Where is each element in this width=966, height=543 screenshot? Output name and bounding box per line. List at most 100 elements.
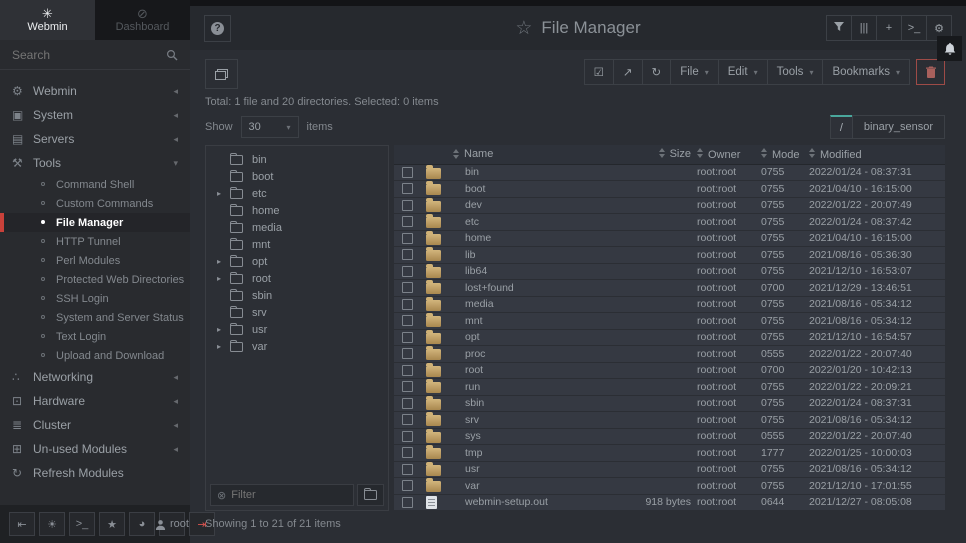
table-row-tmp[interactable]: tmproot:root17772022/01/25 - 10:00:03 (394, 445, 945, 462)
sidebar-subitem-file-manager[interactable]: File Manager (0, 213, 190, 232)
table-row-dev[interactable]: devroot:root07552022/01/22 - 20:07:49 (394, 198, 945, 215)
tree-item-etc[interactable]: ▸etc (206, 185, 388, 202)
row-checkbox[interactable] (402, 365, 413, 376)
duplicate-tab-button[interactable] (205, 59, 238, 89)
row-checkbox[interactable] (402, 266, 413, 277)
row-checkbox[interactable] (402, 167, 413, 178)
add-tab-button[interactable]: + (876, 15, 902, 41)
sidebar-item-refresh-modules[interactable]: ↻Refresh Modules (0, 461, 190, 485)
sidebar-item-networking[interactable]: ∴Networking◂ (0, 365, 190, 389)
tree-item-srv[interactable]: srv (206, 304, 388, 321)
cell-name[interactable]: etc (450, 216, 617, 228)
breadcrumb-current[interactable]: binary_sensor (852, 115, 945, 139)
filter-button[interactable] (826, 15, 852, 41)
row-checkbox[interactable] (402, 233, 413, 244)
cell-name[interactable]: bin (450, 166, 617, 178)
sidebar-item-tools[interactable]: ⚒Tools▾ (0, 151, 190, 175)
cell-name[interactable]: home (450, 232, 617, 244)
expand-arrow-icon[interactable]: ▸ (217, 342, 230, 351)
tab-dashboard[interactable]: ⊘ Dashboard (95, 0, 190, 40)
select-all-button[interactable]: ☑ (584, 59, 614, 85)
expand-arrow-icon[interactable]: ▸ (217, 274, 230, 283)
sidebar-subitem-protected-web-directories[interactable]: Protected Web Directories (0, 270, 190, 289)
table-row-srv[interactable]: srvroot:root07552021/08/16 - 05:34:12 (394, 412, 945, 429)
sidebar-item-servers[interactable]: ▤Servers◂ (0, 127, 190, 151)
row-checkbox[interactable] (402, 216, 413, 227)
row-checkbox[interactable] (402, 200, 413, 211)
menu-file[interactable]: File▾ (670, 59, 719, 85)
search-input[interactable] (12, 48, 160, 62)
sidebar-item-un-used-modules[interactable]: ⊞Un-used Modules◂ (0, 437, 190, 461)
sidebar-subitem-command-shell[interactable]: Command Shell (0, 175, 190, 194)
tree-item-sbin[interactable]: sbin (206, 287, 388, 304)
breadcrumb-root[interactable]: / (830, 115, 853, 139)
row-checkbox[interactable] (402, 348, 413, 359)
tree-folder-button[interactable] (357, 484, 384, 506)
cell-name[interactable]: usr (450, 463, 617, 475)
tree-item-boot[interactable]: boot (206, 168, 388, 185)
table-row-webmin-setup-out[interactable]: webmin-setup.out918 bytesroot:root064420… (394, 495, 945, 512)
table-row-bin[interactable]: binroot:root07552022/01/24 - 08:37:31 (394, 165, 945, 182)
sidebar-item-hardware[interactable]: ⊡Hardware◂ (0, 389, 190, 413)
shell-button[interactable]: >_ (901, 15, 927, 41)
cell-name[interactable]: lost+found (450, 282, 617, 294)
row-checkbox[interactable] (402, 398, 413, 409)
user-button[interactable]: root (159, 512, 185, 536)
tree-item-usr[interactable]: ▸usr (206, 321, 388, 338)
favorite-star-icon[interactable]: ☆ (515, 17, 532, 40)
sidebar-subitem-ssh-login[interactable]: SSH Login (0, 289, 190, 308)
row-checkbox[interactable] (402, 282, 413, 293)
cell-name[interactable]: lib (450, 249, 617, 261)
favorites-button[interactable]: ★ (99, 512, 125, 536)
table-row-home[interactable]: homeroot:root07552021/04/10 - 16:15:00 (394, 231, 945, 248)
row-checkbox[interactable] (402, 381, 413, 392)
cell-name[interactable]: tmp (450, 447, 617, 459)
cell-name[interactable]: lib64 (450, 265, 617, 277)
open-location-button[interactable]: ↗ (613, 59, 643, 85)
table-row-etc[interactable]: etcroot:root07552022/01/24 - 08:37:42 (394, 214, 945, 231)
table-row-boot[interactable]: bootroot:root07552021/04/10 - 16:15:00 (394, 181, 945, 198)
cell-name[interactable]: opt (450, 331, 617, 343)
theme-button[interactable]: ☀ (39, 512, 65, 536)
column-header-name[interactable]: Name (450, 148, 617, 160)
sessions-button[interactable]: ||| (851, 15, 877, 41)
expand-arrow-icon[interactable]: ▸ (217, 325, 230, 334)
row-checkbox[interactable] (402, 431, 413, 442)
column-header-modified[interactable]: Modified (809, 148, 945, 161)
row-checkbox[interactable] (402, 497, 413, 508)
tree-item-var[interactable]: ▸var (206, 338, 388, 355)
table-row-sys[interactable]: sysroot:root05552022/01/22 - 20:07:40 (394, 429, 945, 446)
page-size-select[interactable]: 30 ▾ (241, 116, 299, 138)
sidebar-item-system[interactable]: ▣System◂ (0, 103, 190, 127)
sidebar-subitem-perl-modules[interactable]: Perl Modules (0, 251, 190, 270)
menu-tools[interactable]: Tools▾ (767, 59, 824, 85)
table-row-run[interactable]: runroot:root07552022/01/22 - 20:09:21 (394, 379, 945, 396)
sidebar-item-webmin[interactable]: ⚙Webmin◂ (0, 79, 190, 103)
terminal-button[interactable]: >_ (69, 512, 95, 536)
row-checkbox[interactable] (402, 447, 413, 458)
row-checkbox[interactable] (402, 464, 413, 475)
table-row-root[interactable]: rootroot:root07002022/01/20 - 10:42:13 (394, 363, 945, 380)
table-row-opt[interactable]: optroot:root07552021/12/10 - 16:54:57 (394, 330, 945, 347)
row-checkbox[interactable] (402, 414, 413, 425)
tree-item-mnt[interactable]: mnt (206, 236, 388, 253)
sidebar-subitem-http-tunnel[interactable]: HTTP Tunnel (0, 232, 190, 251)
expand-arrow-icon[interactable]: ▸ (217, 189, 230, 198)
language-button[interactable]: ◕ (129, 512, 155, 536)
table-row-var[interactable]: varroot:root07552021/12/10 - 17:01:55 (394, 478, 945, 495)
row-checkbox[interactable] (402, 332, 413, 343)
sidebar-item-cluster[interactable]: ≣Cluster◂ (0, 413, 190, 437)
cell-name[interactable]: run (450, 381, 617, 393)
table-row-usr[interactable]: usrroot:root07552021/08/16 - 05:34:12 (394, 462, 945, 479)
cell-name[interactable]: boot (450, 183, 617, 195)
cell-name[interactable]: root (450, 364, 617, 376)
tree-item-root[interactable]: ▸root (206, 270, 388, 287)
cell-name[interactable]: webmin-setup.out (450, 496, 617, 508)
row-checkbox[interactable] (402, 315, 413, 326)
row-checkbox[interactable] (402, 299, 413, 310)
sidebar-subitem-text-login[interactable]: Text Login (0, 327, 190, 346)
cell-name[interactable]: srv (450, 414, 617, 426)
row-checkbox[interactable] (402, 249, 413, 260)
tree-item-home[interactable]: home (206, 202, 388, 219)
tree-item-media[interactable]: media (206, 219, 388, 236)
